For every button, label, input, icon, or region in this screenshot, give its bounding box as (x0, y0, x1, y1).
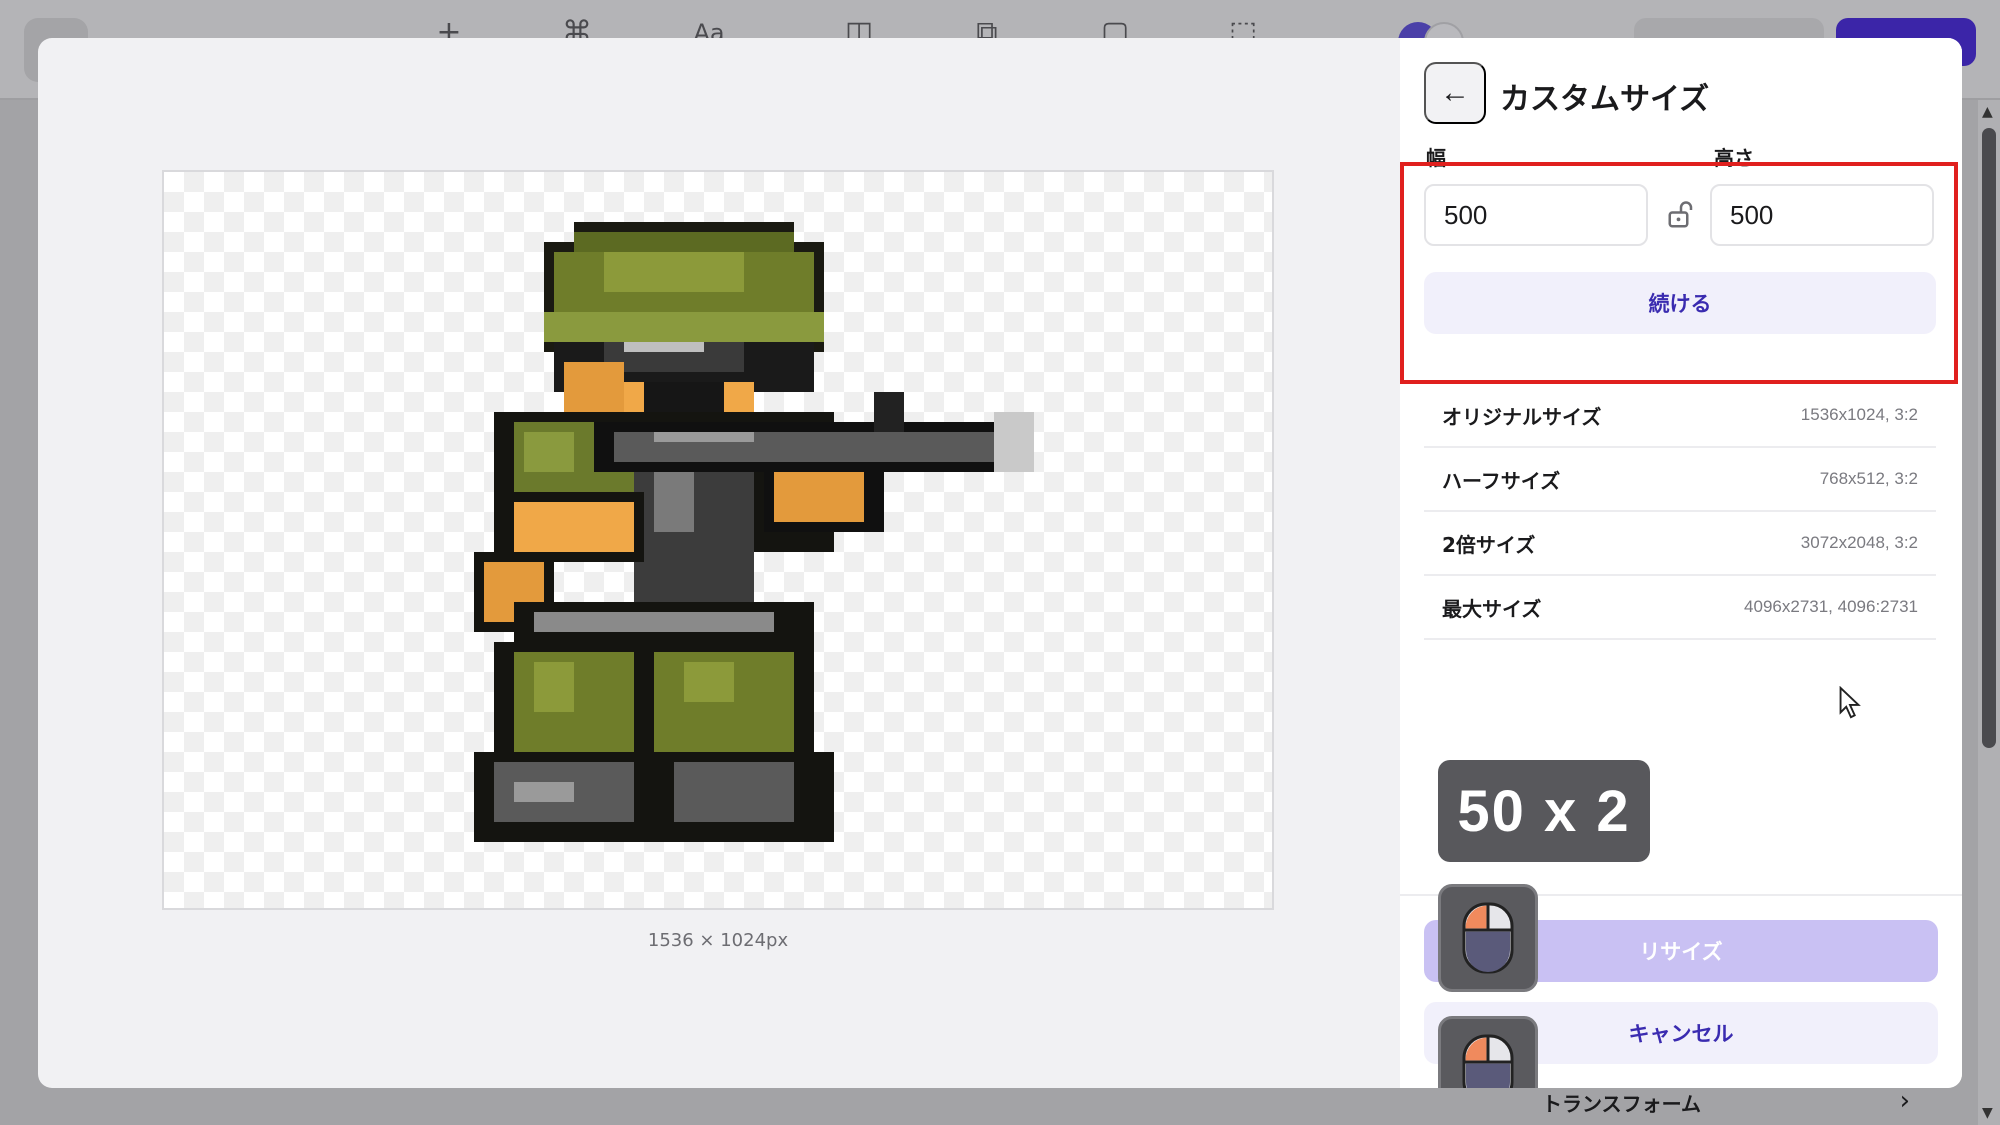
preset-original-size[interactable]: オリジナルサイズ 1536x1024, 3:2 (1424, 384, 1936, 448)
preset-value: 3072x2048, 3:2 (1800, 533, 1918, 552)
image-dimensions-caption: 1536 × 1024px (647, 930, 789, 951)
keystroke-overlay: 50 x 2 (1438, 760, 1650, 862)
preset-double-size[interactable]: 2倍サイズ 3072x2048, 3:2 (1424, 512, 1936, 576)
resize-modal: 1536 × 1024px ← カスタムサイズ 幅 高さ 続ける オリジナルサイ… (38, 38, 1962, 1088)
height-input[interactable] (1710, 184, 1934, 246)
mouse-click-indicator (1438, 1016, 1538, 1088)
soldier-sprite-image (474, 222, 1034, 842)
mouse-left-click-icon (1462, 1034, 1514, 1088)
preset-name: 最大サイズ (1442, 596, 1542, 621)
preset-max-size[interactable]: 最大サイズ 4096x2731, 4096:2731 (1424, 576, 1936, 640)
unlock-icon[interactable] (1666, 200, 1696, 230)
transform-label: トランスフォーム (1542, 1091, 1701, 1116)
panel-title: カスタムサイズ (1500, 82, 1710, 117)
scroll-up-icon[interactable]: ▲ (1982, 104, 1993, 120)
preset-value: 768x512, 3:2 (1819, 469, 1918, 488)
preset-value: 1536x1024, 3:2 (1800, 405, 1918, 424)
preset-name: ハーフサイズ (1442, 468, 1561, 493)
mouse-click-indicator (1438, 884, 1538, 992)
preset-name: オリジナルサイズ (1442, 404, 1602, 429)
preset-value: 4096x2731, 4096:2731 (1744, 597, 1918, 616)
width-input[interactable] (1424, 184, 1648, 246)
custom-size-panel: ← カスタムサイズ 幅 高さ 続ける オリジナルサイズ 1536x1024, 3… (1400, 38, 1962, 1088)
scrollbar-thumb[interactable] (1982, 128, 1996, 748)
back-button[interactable]: ← (1424, 62, 1486, 124)
scroll-down-icon[interactable]: ▼ (1982, 1105, 1993, 1121)
image-canvas (162, 170, 1274, 910)
transform-menu-item[interactable]: トランスフォーム › (1508, 1084, 1928, 1120)
height-label: 高さ (1714, 146, 1754, 170)
mouse-left-click-icon (1462, 902, 1514, 974)
scrollbar[interactable]: ▲ ▼ (1978, 100, 2000, 1125)
preset-name: 2倍サイズ (1442, 532, 1536, 557)
continue-button[interactable]: 続ける (1424, 272, 1936, 334)
mouse-pointer-icon (1839, 686, 1861, 719)
image-preview-area: 1536 × 1024px (38, 38, 1400, 1088)
arrow-left-icon: ← (1440, 76, 1470, 109)
chevron-right-icon: › (1899, 1086, 1910, 1116)
width-label: 幅 (1426, 146, 1446, 170)
preset-half-size[interactable]: ハーフサイズ 768x512, 3:2 (1424, 448, 1936, 512)
size-preset-list: オリジナルサイズ 1536x1024, 3:2 ハーフサイズ 768x512, … (1424, 384, 1936, 640)
